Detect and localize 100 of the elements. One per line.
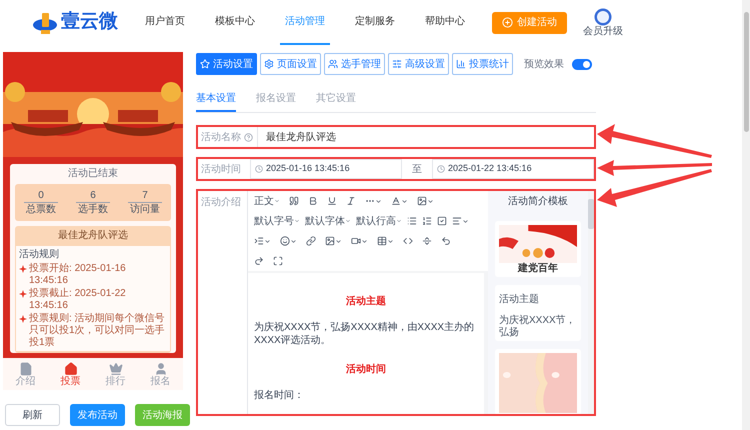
status-text: 活动已结束 — [67, 167, 119, 181]
font-color-button[interactable] — [391, 196, 408, 206]
preview-label: 预览效果 — [524, 58, 564, 72]
indent-icon — [254, 236, 264, 246]
settings-tab[interactable]: 选手管理 — [324, 53, 385, 75]
bullet-list-button[interactable] — [407, 216, 417, 226]
caret-icon — [274, 198, 280, 204]
content-paragraph: 报名时间： — [254, 389, 305, 402]
field-label: 活动时间 — [200, 162, 242, 176]
sparkle-icon — [19, 290, 27, 298]
redo-button[interactable] — [254, 256, 264, 266]
page-scrollbar[interactable] — [742, 0, 750, 430]
template-card[interactable]: 建党百年 — [495, 221, 581, 277]
checkbox-icon — [437, 216, 447, 226]
caret-icon — [396, 218, 402, 224]
checkbox-button[interactable] — [437, 216, 447, 226]
redo-icon — [254, 256, 264, 266]
logo-text: 壹云微 — [61, 10, 118, 34]
tab-icon — [264, 59, 274, 69]
tab-icon — [456, 59, 466, 69]
content-paragraph: 为庆祝XXXX节，弘扬XXXX精神，由XXXX主办的XXXX评选活动。 — [254, 321, 476, 347]
emoji-button[interactable] — [280, 236, 297, 246]
undo-button[interactable] — [441, 236, 451, 246]
code-button[interactable] — [403, 236, 413, 246]
clock-icon — [437, 165, 445, 173]
nav-link[interactable]: 定制服务 — [350, 0, 400, 45]
settings-tab[interactable]: 高级设置 — [388, 53, 449, 75]
table-button[interactable] — [377, 236, 394, 246]
bullet-list-icon — [407, 216, 417, 226]
video-button[interactable] — [351, 236, 368, 246]
range-separator: 至 — [411, 162, 423, 176]
code-icon — [403, 236, 413, 246]
fullscreen-button[interactable] — [273, 256, 283, 266]
caret-icon — [401, 198, 408, 204]
caret-icon — [290, 238, 297, 244]
content-heading: 活动时间 — [345, 363, 387, 377]
underline-icon — [327, 196, 337, 206]
italic-button[interactable] — [346, 196, 356, 206]
font-color-icon — [391, 196, 401, 206]
content-heading: 活动主题 — [345, 295, 387, 309]
link-icon — [306, 236, 316, 246]
tab-icon — [108, 362, 122, 376]
field-label: 活动名称 — [200, 130, 241, 144]
align-button[interactable] — [452, 216, 469, 226]
link-button[interactable] — [306, 236, 316, 246]
caret-icon — [387, 238, 394, 244]
tab-icon — [392, 59, 402, 69]
settings-tab[interactable]: 投票统计 — [452, 53, 513, 75]
divider-icon — [422, 236, 432, 246]
settings-tab[interactable]: 活动设置 — [196, 53, 257, 75]
background-color-button[interactable] — [417, 196, 434, 206]
format-dropdown[interactable]: 默认字号 — [254, 214, 300, 228]
caret-icon — [345, 218, 351, 224]
sparkle-icon — [19, 265, 27, 273]
plus-icon — [502, 17, 513, 28]
divider-button[interactable] — [422, 236, 432, 246]
tab-icon — [154, 362, 168, 376]
sub-tab[interactable]: 基本设置 — [196, 87, 236, 112]
stat-label: 总票数 — [24, 202, 58, 216]
nav-link[interactable]: 用户首页 — [140, 0, 190, 45]
vip-badge-icon — [594, 8, 612, 26]
start-time-field[interactable]: 2025-01-16 13:45:16 — [250, 159, 402, 179]
numbered-list-button[interactable] — [422, 216, 432, 226]
numbered-list-icon — [422, 216, 432, 226]
end-time-field[interactable]: 2025-01-22 13:45:16 — [432, 159, 594, 179]
caret-icon — [264, 238, 271, 244]
clock-icon — [255, 165, 263, 173]
image-icon — [325, 236, 335, 246]
fullscreen-icon — [273, 256, 283, 266]
field-label: 活动介绍 — [200, 196, 242, 210]
upgrade-link[interactable]: 会员升级 — [583, 26, 623, 38]
settings-tab[interactable]: 页面设置 — [260, 53, 321, 75]
stat-value: 7 — [142, 189, 148, 202]
tab-icon — [200, 59, 210, 69]
scrollbar[interactable] — [588, 191, 594, 414]
format-dropdown[interactable]: 默认字体 — [305, 214, 351, 228]
table-icon — [377, 236, 387, 246]
quote-icon — [289, 196, 299, 206]
indent-button[interactable] — [254, 236, 271, 246]
rules-heading: 活动规则 — [19, 248, 60, 262]
tab-icon — [18, 362, 32, 376]
bottom-tab[interactable]: 投票 — [60, 362, 80, 386]
caret-icon — [375, 198, 382, 204]
nav-link[interactable]: 帮助中心 — [420, 0, 470, 45]
rule-text: 投票规则: 活动期间每个微信号只可以投1次，可以对同一选手投1票 — [29, 313, 166, 349]
bold-button[interactable] — [308, 196, 318, 206]
quote-button[interactable] — [289, 196, 299, 206]
template-heading: 活动主题 — [499, 293, 540, 307]
image-button[interactable] — [325, 236, 342, 246]
nav-link[interactable]: 模板中心 — [210, 0, 260, 45]
preview-switch[interactable] — [572, 58, 592, 70]
tab-icon — [64, 362, 78, 376]
stat-label: 选手数 — [76, 202, 110, 216]
caret-icon — [462, 218, 469, 224]
format-dropdown[interactable]: 默认行高 — [356, 214, 402, 228]
action-button[interactable]: 刷新 — [5, 404, 60, 426]
underline-button[interactable] — [327, 196, 337, 206]
template-card[interactable]: 活动主题 为庆祝XXXX节，弘扬 — [495, 285, 581, 341]
format-dropdown[interactable]: 正文 — [254, 194, 280, 208]
undo-icon — [441, 236, 451, 246]
